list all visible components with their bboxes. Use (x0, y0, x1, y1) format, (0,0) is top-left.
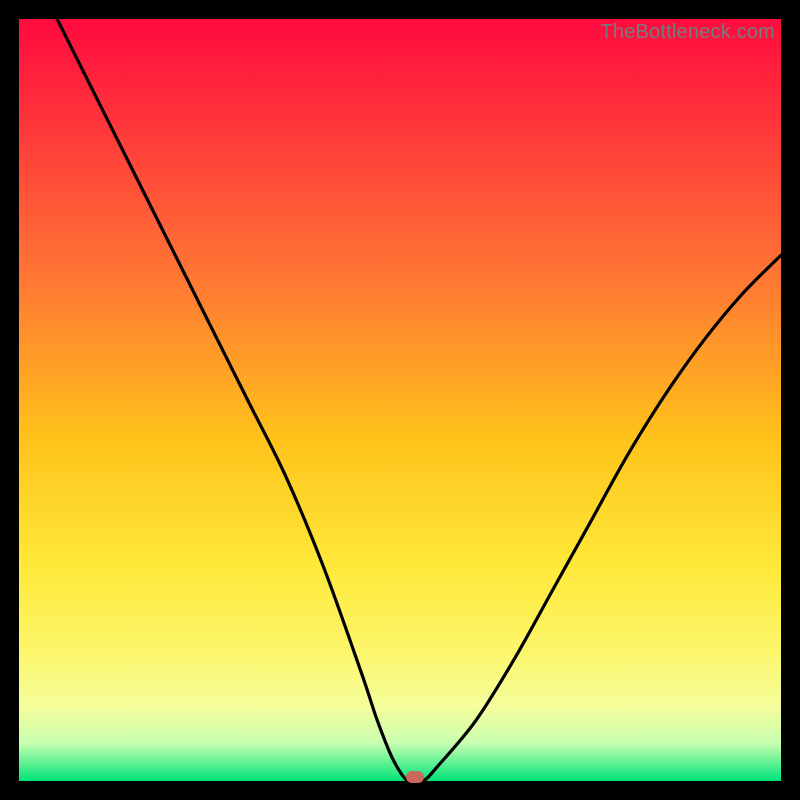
min-marker (406, 771, 424, 783)
chart-frame: TheBottleneck.com (19, 19, 781, 781)
bottleneck-plot (19, 19, 781, 781)
gradient-background (19, 19, 781, 781)
watermark-text: TheBottleneck.com (600, 21, 775, 44)
